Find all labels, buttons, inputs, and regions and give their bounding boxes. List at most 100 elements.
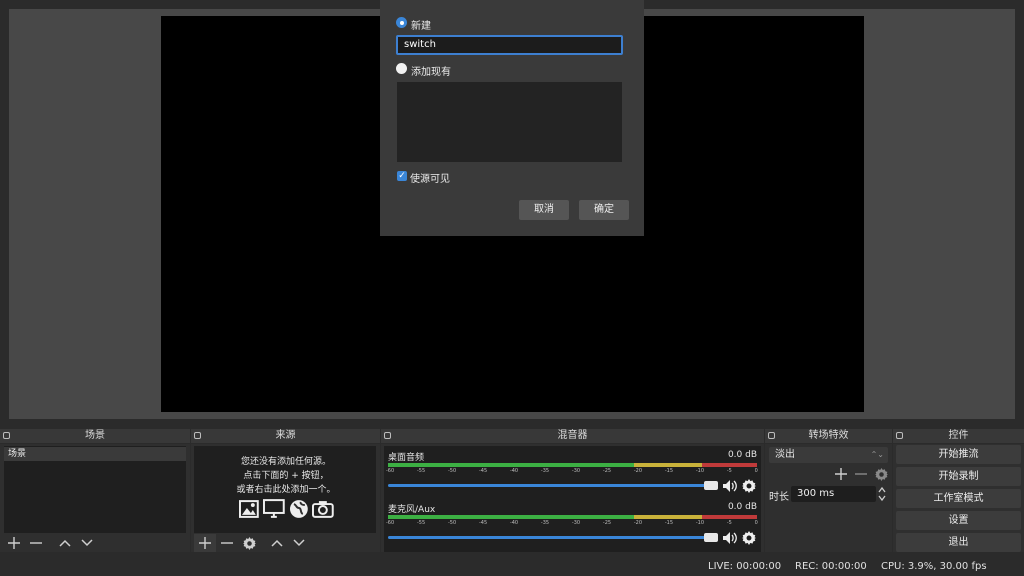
radio-existing[interactable] — [396, 63, 407, 74]
meter-scale: -60 -55 -50 -45 -40 -35 -30 -25 -20 -15 … — [386, 468, 758, 478]
scale-tick: -10 — [695, 468, 705, 474]
status-bar — [0, 556, 1024, 576]
source-name-input[interactable]: switch — [396, 35, 623, 55]
source-name-value: switch — [404, 39, 436, 50]
channel-db: 0.0 dB — [727, 502, 757, 512]
rec-status: REC: 00:00:00 — [795, 561, 867, 572]
gear-icon[interactable] — [873, 465, 889, 483]
transitions-title: 转场特效 — [808, 430, 849, 441]
hint-line: 您还没有添加任何源。 — [240, 457, 331, 467]
channel-db: 0.0 dB — [727, 450, 757, 460]
volume-knob[interactable] — [704, 481, 718, 490]
speaker-icon[interactable] — [722, 531, 738, 545]
scale-tick: -40 — [509, 468, 519, 474]
image-icon — [239, 500, 259, 518]
sources-toolbar — [194, 534, 310, 552]
minus-icon[interactable] — [216, 534, 238, 552]
scale-tick: -25 — [602, 468, 612, 474]
float-icon[interactable] — [3, 432, 10, 439]
hint-line: 或者右击此处添加一个。 — [236, 485, 336, 495]
globe-icon — [289, 500, 308, 518]
start-streaming-button[interactable]: 开始推流 — [896, 445, 1021, 464]
visible-checkbox[interactable]: ✓ — [397, 171, 407, 181]
transition-toolbar — [833, 465, 889, 483]
mixer-title: 混音器 — [557, 430, 588, 441]
float-icon[interactable] — [384, 432, 391, 439]
meter-red — [702, 463, 757, 467]
scale-tick: -10 — [695, 520, 705, 526]
sources-title: 来源 — [275, 430, 296, 441]
sources-dock-header: 来源 — [191, 429, 380, 443]
duration-spinbox[interactable]: 300 ms — [791, 486, 876, 502]
arrow-up-icon[interactable] — [266, 534, 288, 552]
scale-tick: -30 — [571, 468, 581, 474]
scale-tick: -50 — [447, 520, 457, 526]
scene-item[interactable]: 场景 — [4, 447, 186, 461]
scale-tick: -55 — [416, 468, 426, 474]
duration-label: 时长 — [769, 492, 789, 503]
scale-tick: -20 — [633, 468, 643, 474]
studio-mode-button[interactable]: 工作室模式 — [896, 489, 1021, 508]
scale-tick: -20 — [633, 520, 643, 526]
scale-tick: -15 — [664, 468, 674, 474]
minus-icon[interactable] — [25, 534, 47, 552]
float-icon[interactable] — [194, 432, 201, 439]
scale-tick: -40 — [509, 520, 519, 526]
radio-new-label: 新建 — [411, 21, 431, 32]
meter-red — [702, 515, 757, 519]
scale-tick: -30 — [571, 520, 581, 526]
scenes-title: 场景 — [85, 430, 105, 441]
volume-slider[interactable] — [388, 536, 710, 539]
gear-icon[interactable] — [742, 531, 756, 545]
plus-icon[interactable] — [833, 465, 849, 483]
cancel-button[interactable]: 取消 — [519, 200, 569, 220]
scale-tick: -45 — [478, 520, 488, 526]
cpu-status: CPU: 3.9%, 30.00 fps — [881, 561, 987, 572]
meter-scale: -60 -55 -50 -45 -40 -35 -30 -25 -20 -15 … — [386, 520, 758, 530]
arrow-down-icon[interactable] — [288, 534, 310, 552]
duration-value: 300 ms — [797, 488, 835, 499]
scale-tick: -60 — [386, 520, 395, 526]
scale-tick: 0 — [754, 520, 758, 526]
plus-icon[interactable] — [3, 534, 25, 552]
controls-title: 控件 — [948, 430, 969, 441]
volume-slider[interactable] — [388, 484, 710, 487]
scale-tick: -55 — [416, 520, 426, 526]
transition-select[interactable]: 淡出 ⌃⌄ — [769, 447, 888, 463]
scale-tick: -35 — [540, 520, 550, 526]
scale-tick: -5 — [726, 468, 732, 474]
float-icon[interactable] — [896, 432, 903, 439]
arrow-up-icon[interactable] — [54, 534, 76, 552]
live-status: LIVE: 00:00:00 — [708, 561, 782, 572]
scenes-dock-header: 场景 — [0, 429, 190, 443]
camera-icon — [312, 501, 334, 518]
scale-tick: -5 — [726, 520, 732, 526]
start-recording-button[interactable]: 开始录制 — [896, 467, 1021, 486]
channel-name: 麦克风/Aux — [388, 505, 436, 515]
sources-empty-hint: 您还没有添加任何源。 点击下面的 + 按钮， 或者右击此处添加一个。 — [196, 455, 376, 497]
gear-icon[interactable] — [238, 534, 260, 552]
existing-sources-list[interactable] — [397, 82, 622, 162]
spin-arrows-icon[interactable] — [877, 485, 887, 503]
settings-button[interactable]: 设置 — [896, 511, 1021, 530]
minus-icon[interactable] — [853, 465, 869, 483]
controls-dock-header: 控件 — [893, 429, 1024, 443]
ok-button[interactable]: 确定 — [579, 200, 629, 220]
scale-tick: -25 — [602, 520, 612, 526]
arrow-down-icon[interactable] — [76, 534, 98, 552]
exit-button[interactable]: 退出 — [896, 533, 1021, 552]
radio-existing-label: 添加现有 — [411, 67, 451, 78]
meter-green — [388, 515, 634, 519]
scale-tick: -15 — [664, 520, 674, 526]
radio-new[interactable] — [396, 17, 407, 28]
scale-tick: -50 — [447, 468, 457, 474]
gear-icon[interactable] — [742, 479, 756, 493]
hint-line: 点击下面的 + 按钮， — [243, 471, 329, 481]
source-type-icons — [239, 498, 334, 520]
meter-yellow — [634, 463, 702, 467]
transitions-dock-header: 转场特效 — [765, 429, 892, 443]
float-icon[interactable] — [768, 432, 775, 439]
volume-knob[interactable] — [704, 533, 718, 542]
speaker-icon[interactable] — [722, 479, 738, 493]
plus-icon[interactable] — [194, 534, 216, 552]
